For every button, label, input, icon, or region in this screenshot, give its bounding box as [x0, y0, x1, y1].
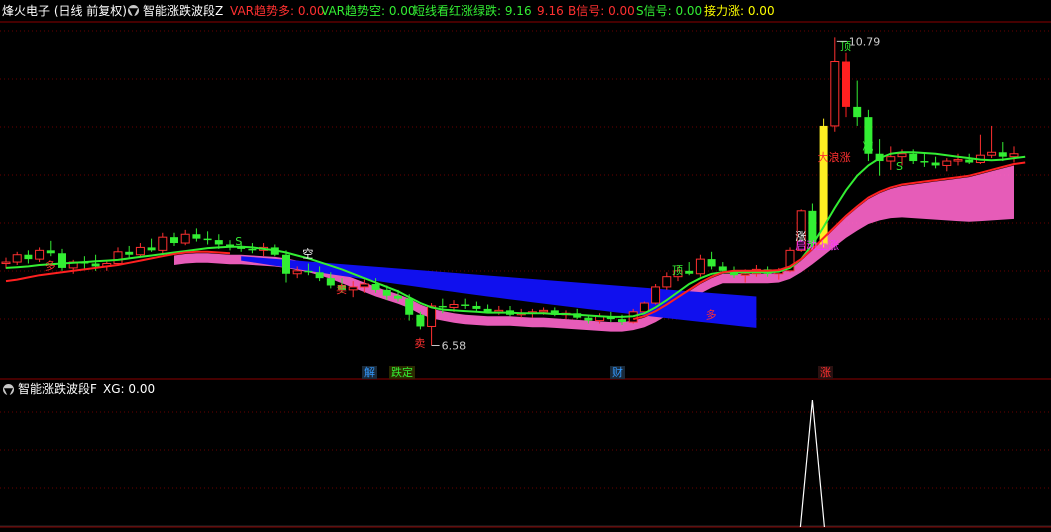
chart-label-5: 减	[862, 140, 873, 153]
candle-body	[909, 153, 918, 162]
candle-body	[449, 304, 459, 308]
chart-label-1: 空	[302, 247, 313, 261]
candle-body	[438, 305, 447, 308]
candle-body	[639, 302, 649, 313]
candle-body	[618, 319, 626, 323]
chart-label-11: 卖	[336, 283, 347, 296]
candle-body	[24, 254, 33, 260]
candle-body	[998, 152, 1007, 157]
candle-body	[965, 159, 974, 163]
price-grid	[0, 21, 1051, 528]
candle-body	[405, 298, 414, 315]
chart-label-6: S	[896, 160, 903, 173]
candle-body	[740, 273, 750, 276]
candle-body	[920, 161, 929, 163]
low-price-label: 6.58	[442, 339, 467, 352]
chart-label-10: 多	[706, 307, 717, 321]
candle-body	[113, 251, 123, 265]
candle-body	[707, 259, 716, 267]
chart-label-0: 多	[45, 258, 56, 272]
chart-label-8: 启动上涨	[795, 239, 839, 252]
xg-value: XG: 0.00	[103, 382, 156, 396]
sub-collapse-icon[interactable]: ▼	[3, 384, 14, 399]
candle-body	[147, 247, 156, 251]
candle-body	[897, 153, 907, 158]
xg-subchart[interactable]	[0, 399, 1051, 528]
candle-body	[987, 151, 997, 156]
candle-body	[158, 236, 168, 251]
chart-label-9: 大浪涨	[818, 150, 851, 164]
candle-body	[315, 272, 324, 279]
candle-body	[718, 266, 727, 271]
candle-body	[1009, 153, 1019, 158]
tag-zhang: 涨	[818, 366, 833, 379]
candle-body	[125, 251, 134, 255]
candle-body	[326, 278, 335, 286]
candle-body	[35, 249, 45, 260]
candle-body	[248, 248, 257, 251]
high-price-label: 10.79	[849, 35, 881, 48]
candlestick-chart[interactable]: 多空S顶顶减S涨启动上涨大浪涨多卖卖10.796.58	[0, 0, 1051, 532]
candle-body	[942, 160, 952, 166]
chart-label-2: S	[235, 235, 242, 248]
candle-body	[371, 284, 380, 290]
candle-body	[584, 317, 593, 321]
bands-layer	[174, 165, 1014, 332]
candle-body	[359, 283, 369, 288]
candle-body	[304, 270, 313, 273]
candle-body	[931, 162, 940, 166]
candle-body	[12, 254, 22, 263]
candle-body	[886, 156, 896, 162]
candle-body	[292, 270, 302, 275]
candle-body	[214, 240, 223, 245]
xg-spike	[799, 399, 825, 528]
chart-label-3: 顶	[672, 264, 683, 277]
candle-body	[427, 305, 437, 327]
candle-body	[685, 270, 694, 274]
candle-body	[46, 250, 55, 254]
candle-body	[192, 234, 201, 239]
labels-layer: 多空S顶顶减S涨启动上涨大浪涨多卖卖10.796.58	[45, 35, 903, 352]
chart-label-12: 卖	[414, 337, 425, 350]
tag-dieding: 跌定	[389, 366, 415, 379]
candle-body	[662, 276, 672, 288]
candle-body	[180, 233, 190, 244]
candle-body	[483, 308, 492, 312]
candle-body	[695, 258, 705, 275]
candle-body	[58, 253, 66, 268]
candle-body	[416, 314, 425, 327]
candle-body	[91, 263, 100, 267]
candle-body	[842, 61, 850, 107]
candle-body	[135, 246, 145, 256]
candle-body	[348, 286, 358, 291]
candle-body	[1, 261, 11, 265]
candle-body	[203, 238, 212, 241]
tag-cai: 财	[610, 366, 625, 379]
candle-body	[461, 304, 470, 306]
candle-body	[282, 254, 290, 274]
candle-body	[394, 295, 402, 299]
candle-body	[539, 309, 549, 313]
candle-body	[170, 237, 178, 244]
candle-body	[853, 106, 862, 118]
candle-body	[953, 159, 963, 162]
tag-jie: 解	[362, 366, 377, 379]
candle-body	[382, 289, 391, 296]
sub-indicator-name[interactable]: 智能涨跌波段F	[18, 381, 97, 397]
candle-body	[472, 305, 481, 309]
candle-body	[830, 61, 840, 127]
candle-body	[651, 286, 661, 304]
